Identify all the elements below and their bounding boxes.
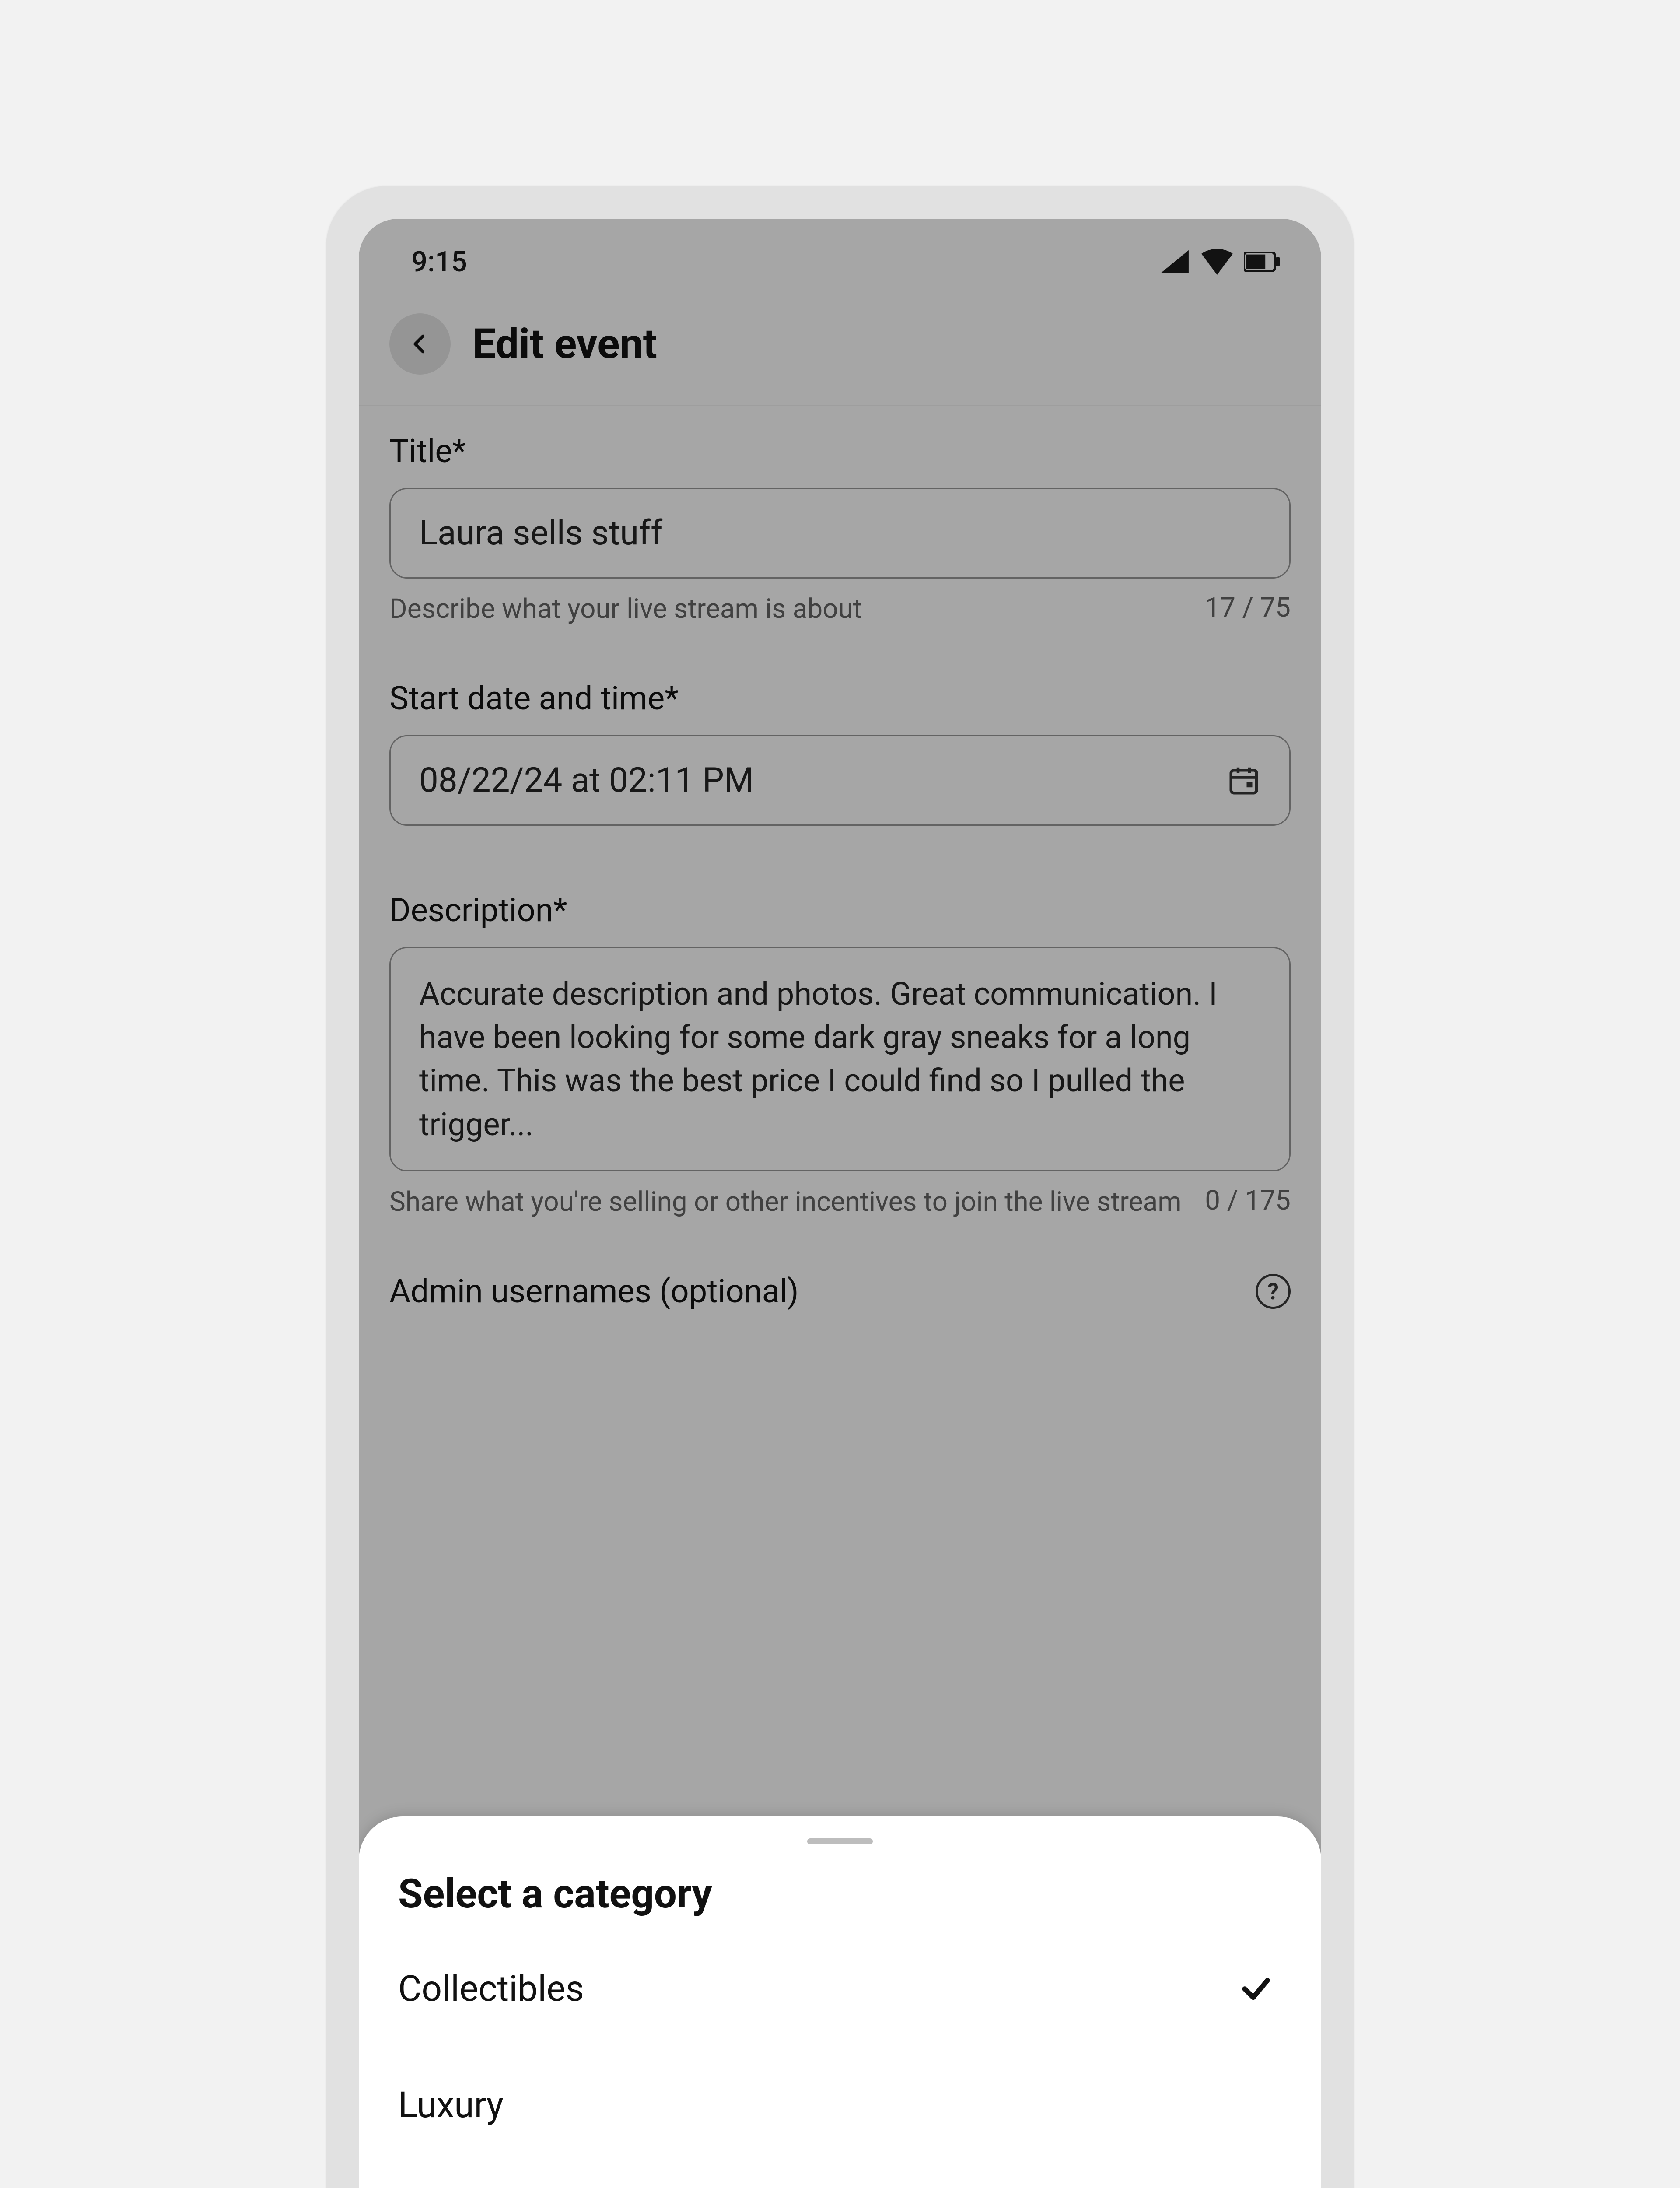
app-bar: Edit event bbox=[359, 287, 1321, 406]
cellular-icon bbox=[1159, 249, 1190, 274]
title-input[interactable] bbox=[389, 488, 1291, 579]
description-input[interactable]: Accurate description and photos. Great c… bbox=[389, 947, 1291, 1171]
datetime-label: Start date and time* bbox=[389, 680, 1291, 718]
status-bar: 9:15 bbox=[359, 219, 1321, 287]
screen: 9:15 Edit event Title* bbox=[359, 219, 1321, 2188]
category-option-label: Luxury bbox=[398, 2084, 504, 2126]
description-label: Description* bbox=[389, 891, 1291, 929]
datetime-value: 08/22/24 at 02:11 PM bbox=[419, 761, 754, 800]
device-frame: 9:15 Edit event Title* bbox=[326, 186, 1354, 2188]
description-hint: Share what you're selling or other incen… bbox=[389, 1185, 1187, 1220]
page-title: Edit event bbox=[472, 320, 657, 368]
title-counter: 17 / 75 bbox=[1205, 592, 1291, 624]
category-option-luxury[interactable]: Luxury bbox=[359, 2047, 1321, 2163]
category-option-label: Collectibles bbox=[398, 1968, 584, 2010]
sheet-title: Select a category bbox=[359, 1871, 1321, 1931]
category-option-collectibles[interactable]: Collectibles bbox=[359, 1931, 1321, 2047]
admin-label: Admin usernames (optional) bbox=[389, 1273, 799, 1311]
category-option-sneakers[interactable]: Sneakers bbox=[359, 2163, 1321, 2188]
back-button[interactable] bbox=[389, 313, 451, 375]
chevron-left-icon bbox=[408, 332, 432, 356]
sheet-drag-handle[interactable] bbox=[807, 1838, 873, 1844]
check-icon bbox=[1239, 1972, 1273, 2006]
status-time: 9:15 bbox=[411, 245, 467, 278]
description-counter: 0 / 175 bbox=[1205, 1185, 1291, 1217]
category-bottom-sheet: Select a category Collectibles Luxury Sn… bbox=[359, 1816, 1321, 2188]
battery-icon bbox=[1244, 252, 1280, 272]
datetime-input[interactable]: 08/22/24 at 02:11 PM bbox=[389, 735, 1291, 826]
edit-event-form: Title* Describe what your live stream is… bbox=[359, 406, 1321, 1311]
wifi-icon bbox=[1200, 249, 1234, 275]
canvas: 9:15 Edit event Title* bbox=[0, 0, 1680, 2188]
help-icon[interactable]: ? bbox=[1256, 1274, 1291, 1309]
title-label: Title* bbox=[389, 432, 1291, 470]
title-hint: Describe what your live stream is about bbox=[389, 592, 1187, 627]
status-icons bbox=[1159, 249, 1280, 275]
calendar-icon bbox=[1227, 763, 1261, 797]
admin-usernames-row: Admin usernames (optional) ? bbox=[389, 1273, 1291, 1311]
